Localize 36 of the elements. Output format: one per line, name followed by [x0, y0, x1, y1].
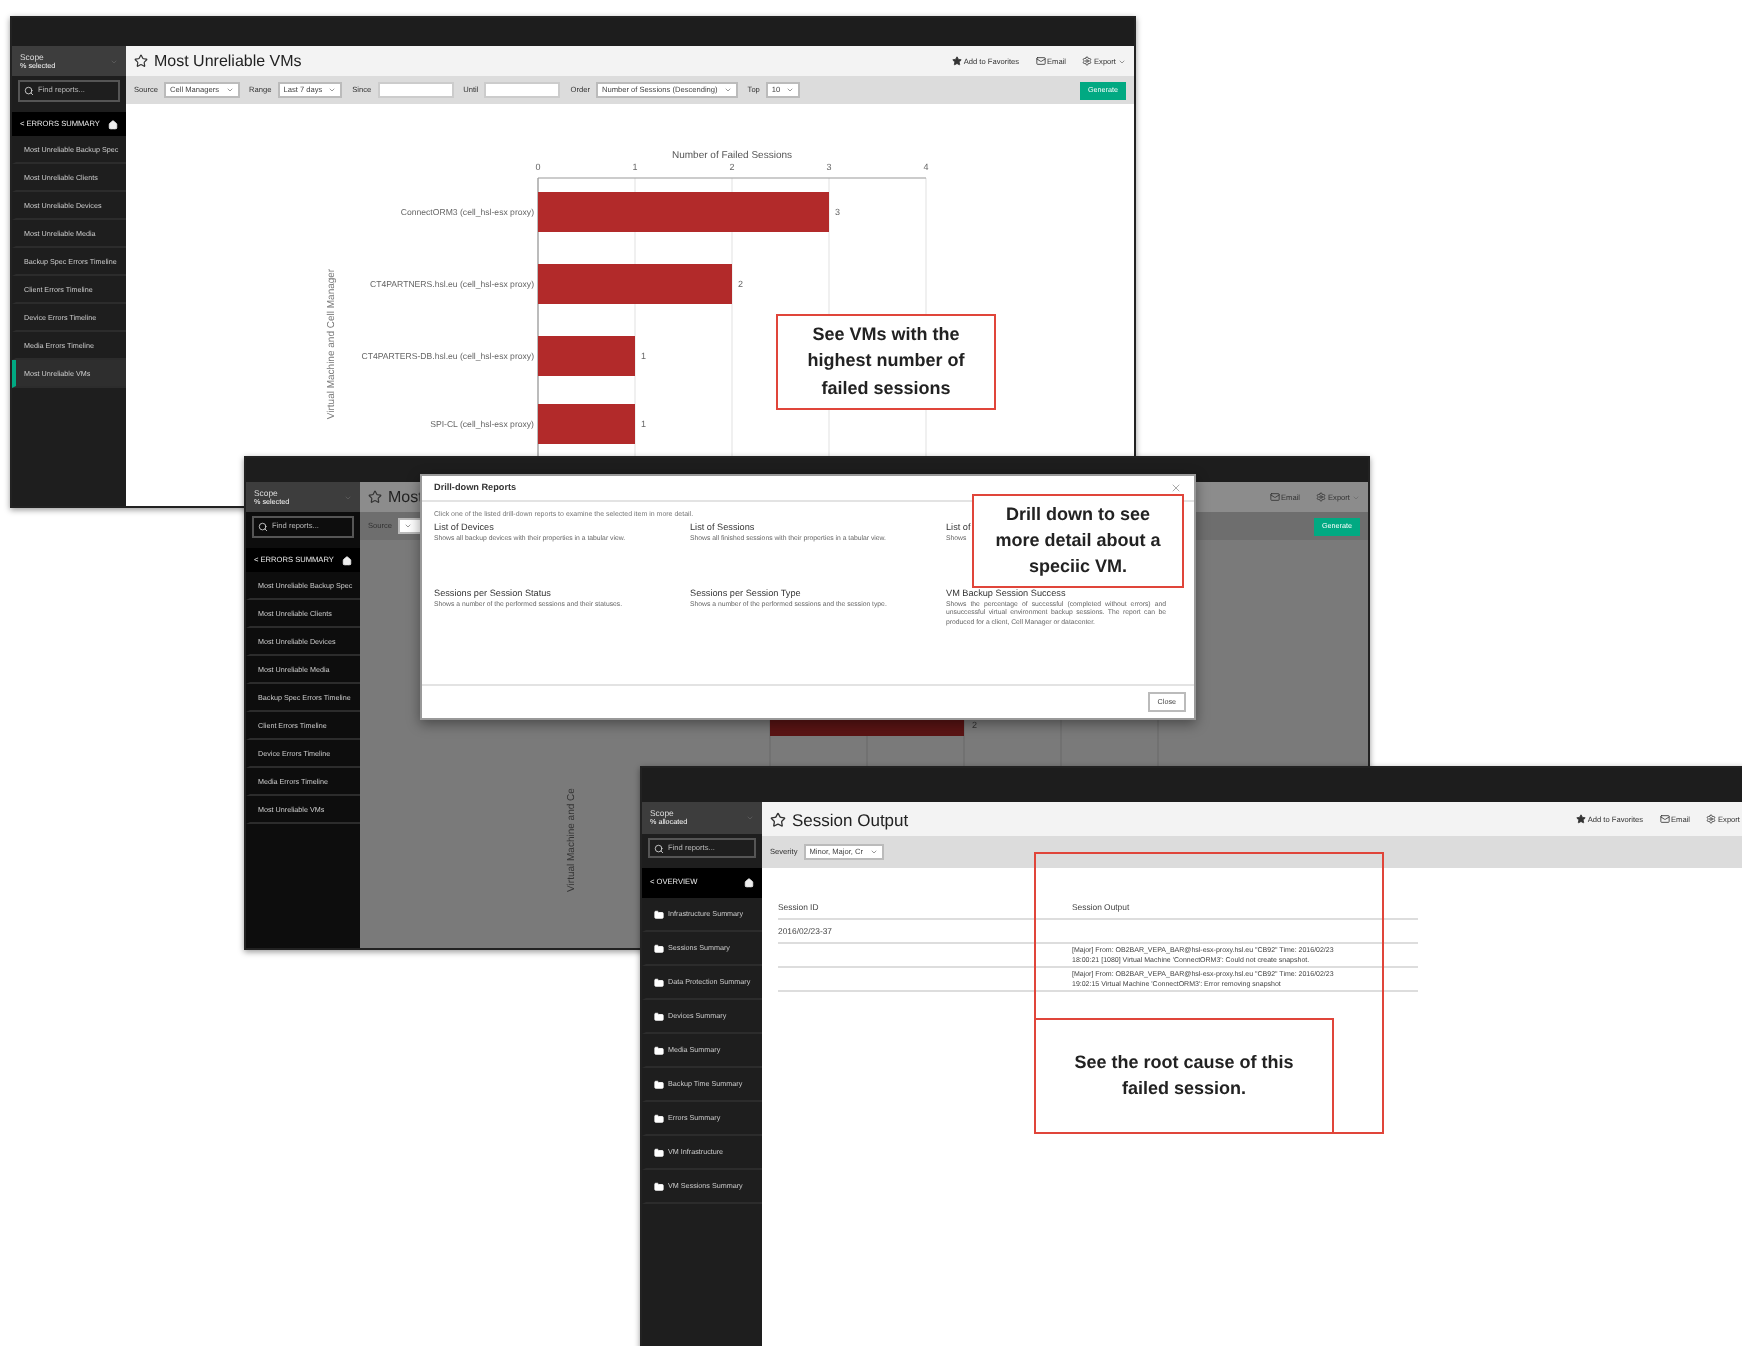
- star-icon[interactable]: [134, 54, 148, 68]
- search-icon: [258, 522, 268, 532]
- page-title: Session Output: [792, 809, 909, 829]
- folder-icon: [654, 1113, 664, 1123]
- home-icon: [342, 555, 352, 565]
- star-icon: [951, 56, 962, 66]
- home-icon: [744, 878, 754, 888]
- star-icon: [1575, 814, 1586, 824]
- search-icon: [24, 86, 34, 96]
- input-field[interactable]: [377, 82, 454, 98]
- bar: [538, 404, 635, 444]
- folder-icon: [654, 1181, 664, 1191]
- mail-icon: [1035, 56, 1046, 66]
- mail-icon: [1269, 492, 1280, 502]
- search-icon: [654, 843, 664, 853]
- bar: [538, 336, 635, 376]
- mail-icon: [1659, 814, 1670, 824]
- close-icon[interactable]: [1170, 482, 1182, 494]
- callout-note: See the root cause of this failed session.: [1034, 1018, 1334, 1134]
- star-icon[interactable]: [770, 811, 786, 827]
- settings-icon: [1316, 492, 1327, 502]
- folder-icon: [654, 909, 664, 919]
- callout-note: See VMs with the highest number of failed sessions: [776, 314, 996, 410]
- callout-note: Drill down to see more detail about a speciic VM.: [972, 494, 1184, 588]
- page-title: Most Unreliable VMs: [154, 52, 302, 70]
- folder-icon: [654, 1147, 664, 1157]
- folder-icon: [654, 1011, 664, 1021]
- star-icon[interactable]: [368, 490, 382, 504]
- settings-icon: [1706, 814, 1717, 824]
- settings-icon: [1082, 56, 1093, 66]
- input-field[interactable]: [484, 82, 561, 98]
- folder-icon: [654, 977, 664, 987]
- home-icon: [108, 119, 118, 129]
- folder-icon: [654, 1079, 664, 1089]
- folder-icon: [654, 1045, 664, 1055]
- folder-icon: [654, 943, 664, 953]
